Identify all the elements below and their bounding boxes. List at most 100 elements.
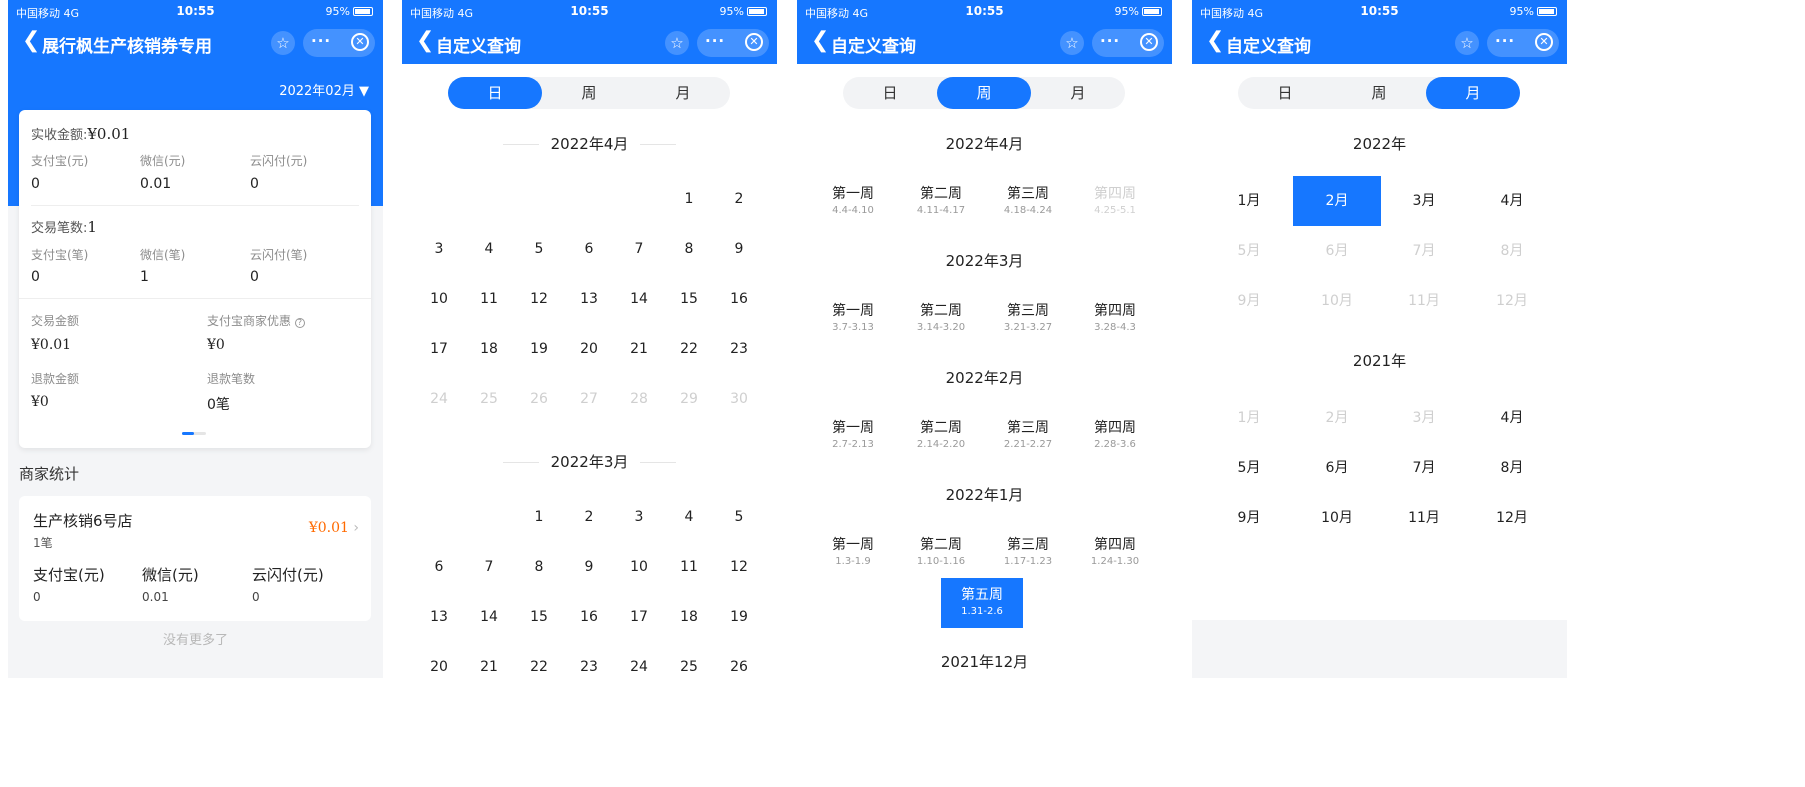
calendar-day[interactable]: 23 xyxy=(574,659,604,675)
month-option[interactable]: 7月 xyxy=(1380,443,1468,493)
back-chevron-icon[interactable]: ❮ xyxy=(416,28,434,53)
calendar-day[interactable]: 5 xyxy=(524,241,554,257)
calendar-day[interactable]: 11 xyxy=(674,559,704,575)
calendar-day[interactable]: 10 xyxy=(624,559,654,575)
tab-week[interactable]: 周 xyxy=(1332,77,1426,109)
back-chevron-icon[interactable]: ❮ xyxy=(22,28,40,53)
month-option[interactable]: 1月 xyxy=(1205,176,1293,226)
calendar-day[interactable]: 19 xyxy=(724,609,754,625)
month-option[interactable]: 3月 xyxy=(1380,176,1468,226)
calendar-day[interactable]: 23 xyxy=(724,341,754,357)
calendar-day[interactable]: 4 xyxy=(474,241,504,257)
calendar-day[interactable]: 16 xyxy=(574,609,604,625)
calendar-day[interactable]: 20 xyxy=(574,341,604,357)
tab-month[interactable]: 月 xyxy=(1426,77,1520,109)
calendar-day[interactable]: 14 xyxy=(474,609,504,625)
calendar-day[interactable]: 7 xyxy=(624,241,654,257)
month-option[interactable]: 11月 xyxy=(1380,493,1468,543)
month-option[interactable]: 8月 xyxy=(1468,443,1556,493)
week-option[interactable]: 第一周 2.7-2.13 xyxy=(812,417,894,450)
back-chevron-icon[interactable]: ❮ xyxy=(1206,28,1224,53)
calendar-day[interactable]: 13 xyxy=(574,291,604,307)
month-selector[interactable]: 2022年02月 ▼ xyxy=(279,80,369,99)
shop-card[interactable]: 生产核销6号店 1笔 ¥0.01 › 支付宝(元) 微信(元) 云闪付(元) 0… xyxy=(19,496,371,621)
tab-week[interactable]: 周 xyxy=(542,77,636,109)
calendar-day[interactable]: 10 xyxy=(424,291,454,307)
more-dots-icon[interactable]: ··· xyxy=(1100,32,1120,50)
calendar-day[interactable]: 19 xyxy=(524,341,554,357)
month-option[interactable]: 10月 xyxy=(1293,493,1381,543)
calendar-day[interactable]: 26 xyxy=(724,659,754,675)
star-icon[interactable]: ☆ xyxy=(665,31,689,55)
calendar-day[interactable]: 6 xyxy=(424,559,454,575)
star-icon[interactable]: ☆ xyxy=(1455,31,1479,55)
month-option[interactable]: 9月 xyxy=(1205,493,1293,543)
week-option[interactable]: 第三周 3.21-3.27 xyxy=(987,300,1069,333)
calendar-day[interactable]: 3 xyxy=(624,509,654,525)
calendar-day[interactable]: 5 xyxy=(724,509,754,525)
week-option[interactable]: 第一周 4.4-4.10 xyxy=(812,183,894,216)
calendar-day[interactable]: 15 xyxy=(674,291,704,307)
calendar-day[interactable]: 4 xyxy=(674,509,704,525)
close-circle-icon[interactable]: ✕ xyxy=(1140,33,1158,51)
tab-month[interactable]: 月 xyxy=(636,77,730,109)
calendar-day[interactable]: 8 xyxy=(674,241,704,257)
month-option[interactable]: 4月 xyxy=(1468,176,1556,226)
week-option[interactable]: 第一周 3.7-3.13 xyxy=(812,300,894,333)
month-option[interactable]: 5月 xyxy=(1205,443,1293,493)
week-option[interactable]: 第三周 4.18-4.24 xyxy=(987,183,1069,216)
help-circle-icon[interactable]: ? xyxy=(294,318,305,328)
calendar-day[interactable]: 22 xyxy=(674,341,704,357)
calendar-day[interactable]: 25 xyxy=(674,659,704,675)
star-icon[interactable]: ☆ xyxy=(1060,31,1084,55)
calendar-day[interactable]: 15 xyxy=(524,609,554,625)
calendar-day[interactable]: 6 xyxy=(574,241,604,257)
calendar-day[interactable]: 11 xyxy=(474,291,504,307)
calendar-day[interactable]: 9 xyxy=(724,241,754,257)
month-option[interactable]: 4月 xyxy=(1468,393,1556,443)
week-option[interactable]: 第三周 2.21-2.27 xyxy=(987,417,1069,450)
week-option[interactable]: 第四周 2.28-3.6 xyxy=(1074,417,1156,450)
close-circle-icon[interactable]: ✕ xyxy=(351,33,369,51)
calendar-day[interactable]: 12 xyxy=(524,291,554,307)
calendar-day[interactable]: 8 xyxy=(524,559,554,575)
calendar-day[interactable]: 18 xyxy=(474,341,504,357)
week-option[interactable]: 第二周 1.10-1.16 xyxy=(900,534,982,567)
tab-day[interactable]: 日 xyxy=(843,77,937,109)
calendar-day[interactable]: 16 xyxy=(724,291,754,307)
week-option[interactable]: 第一周 1.3-1.9 xyxy=(812,534,894,567)
calendar-day[interactable]: 20 xyxy=(424,659,454,675)
calendar-day[interactable]: 7 xyxy=(474,559,504,575)
calendar-day[interactable]: 18 xyxy=(674,609,704,625)
calendar-day[interactable]: 21 xyxy=(624,341,654,357)
calendar-day[interactable]: 14 xyxy=(624,291,654,307)
calendar-day[interactable]: 3 xyxy=(424,241,454,257)
more-dots-icon[interactable]: ··· xyxy=(311,32,331,50)
week-option[interactable]: 第四周 3.28-4.3 xyxy=(1074,300,1156,333)
calendar-day[interactable]: 1 xyxy=(674,191,704,207)
tab-month[interactable]: 月 xyxy=(1031,77,1125,109)
week-option[interactable]: 第四周 1.24-1.30 xyxy=(1074,534,1156,567)
calendar-day[interactable]: 22 xyxy=(524,659,554,675)
calendar-day[interactable]: 13 xyxy=(424,609,454,625)
calendar-day[interactable]: 17 xyxy=(424,341,454,357)
month-option[interactable]: 12月 xyxy=(1468,493,1556,543)
calendar-day[interactable]: 1 xyxy=(524,509,554,525)
star-icon[interactable]: ☆ xyxy=(271,31,295,55)
calendar-day[interactable]: 2 xyxy=(574,509,604,525)
month-option[interactable]: 2月 xyxy=(1293,176,1381,226)
week-option[interactable]: 第五周 1.31-2.6 xyxy=(941,578,1023,628)
week-option[interactable]: 第三周 1.17-1.23 xyxy=(987,534,1069,567)
tab-day[interactable]: 日 xyxy=(448,77,542,109)
calendar-day[interactable]: 9 xyxy=(574,559,604,575)
week-option[interactable]: 第二周 3.14-3.20 xyxy=(900,300,982,333)
week-option[interactable]: 第二周 4.11-4.17 xyxy=(900,183,982,216)
close-circle-icon[interactable]: ✕ xyxy=(745,33,763,51)
more-dots-icon[interactable]: ··· xyxy=(1495,32,1515,50)
month-option[interactable]: 6月 xyxy=(1293,443,1381,493)
back-chevron-icon[interactable]: ❮ xyxy=(811,28,829,53)
calendar-day[interactable]: 2 xyxy=(724,191,754,207)
calendar-day[interactable]: 12 xyxy=(724,559,754,575)
tab-week[interactable]: 周 xyxy=(937,77,1031,109)
calendar-day[interactable]: 17 xyxy=(624,609,654,625)
